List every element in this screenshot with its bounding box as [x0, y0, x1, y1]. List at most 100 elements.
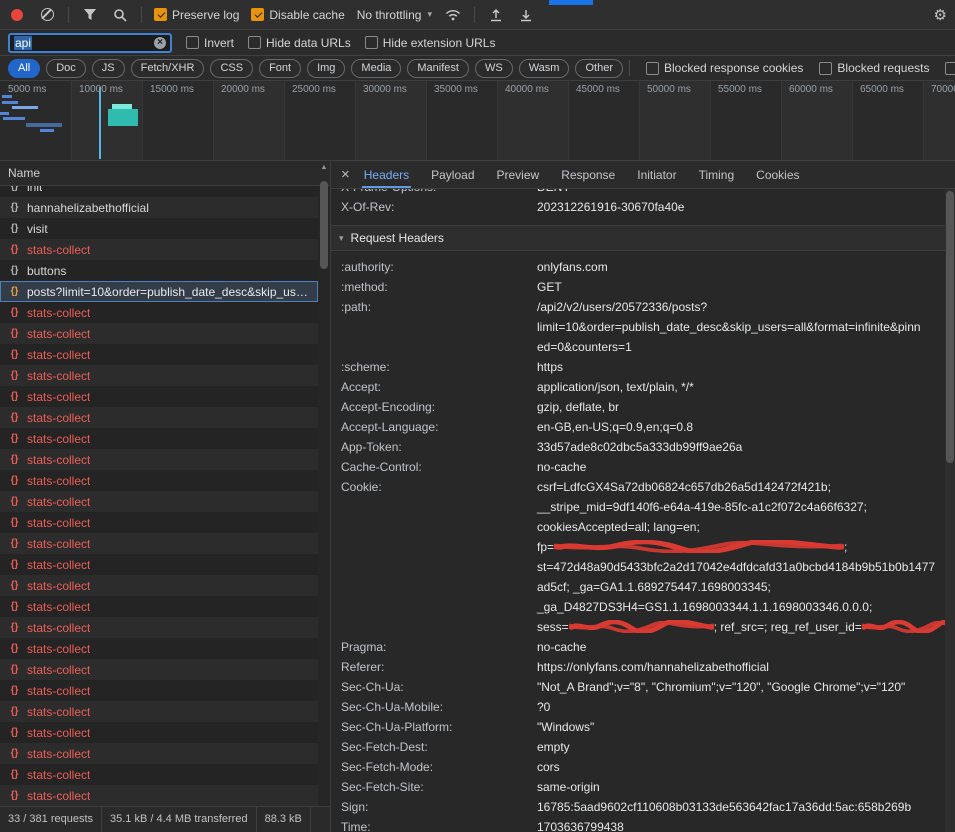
header-row: Pragma:no-cache: [331, 637, 945, 657]
json-file-icon: {}: [8, 412, 21, 423]
timeline-label: 45000 ms: [576, 84, 647, 95]
name-column-label: Name: [8, 166, 40, 180]
third-party-requests-checkbox[interactable]: 3rd-party requests: [945, 61, 955, 75]
details-tab[interactable]: Timing: [699, 161, 735, 188]
checkbox-unchecked-icon: [248, 36, 261, 49]
type-filter-chip[interactable]: Font: [259, 59, 301, 78]
type-filter-chip[interactable]: JS: [92, 59, 125, 78]
details-tab[interactable]: Initiator: [637, 161, 676, 188]
request-row[interactable]: {} stats-collect: [0, 554, 318, 575]
request-row[interactable]: {} stats-collect: [0, 722, 318, 743]
type-filter-chip[interactable]: Fetch/XHR: [131, 59, 205, 78]
type-filter-chip[interactable]: Img: [307, 59, 345, 78]
request-row[interactable]: {} stats-collect: [0, 449, 318, 470]
type-filter-chip[interactable]: CSS: [210, 59, 253, 78]
request-row[interactable]: {} stats-collect: [0, 785, 318, 806]
request-row[interactable]: {} stats-collect: [0, 701, 318, 722]
close-details-icon[interactable]: ×: [341, 167, 350, 182]
request-list-panel: Name {} init {} hannahelizabethofficial …: [0, 161, 330, 832]
preserve-log-checkbox[interactable]: Preserve log: [154, 8, 239, 22]
request-row[interactable]: {} stats-collect: [0, 386, 318, 407]
request-list-scrollbar[interactable]: ▲: [318, 163, 330, 804]
search-button[interactable]: [111, 6, 129, 24]
type-filter-chip[interactable]: All: [8, 59, 40, 78]
details-tab[interactable]: Response: [561, 161, 615, 188]
request-row[interactable]: {} stats-collect: [0, 764, 318, 785]
header-value: 202312261916-30670fa40e: [537, 197, 945, 217]
type-filter-chip[interactable]: Doc: [46, 59, 86, 78]
network-main-area: Name {} init {} hannahelizabethofficial …: [0, 161, 955, 832]
type-filter-chip[interactable]: Manifest: [407, 59, 469, 78]
request-row[interactable]: {} stats-collect: [0, 575, 318, 596]
request-row[interactable]: {} stats-collect: [0, 533, 318, 554]
request-row[interactable]: {} stats-collect: [0, 239, 318, 260]
header-value: empty: [537, 737, 945, 757]
export-har-button[interactable]: [517, 6, 535, 24]
request-headers-section[interactable]: ▾ Request Headers: [331, 225, 945, 251]
request-row[interactable]: {} stats-collect: [0, 428, 318, 449]
request-row[interactable]: {} posts?limit=10&order=publish_date_des…: [0, 281, 318, 302]
disable-cache-checkbox[interactable]: Disable cache: [251, 8, 344, 22]
throttling-dropdown[interactable]: No throttling ▾: [357, 8, 432, 22]
type-filter-chip[interactable]: WS: [475, 59, 513, 78]
type-filter-chip[interactable]: Wasm: [519, 59, 570, 78]
header-row: Cookie:csrf=LdfcGX4Sa72db06824c657db26a5…: [331, 477, 945, 637]
scrolled-headers-clip: X-Frame-Options:DENYX-Of-Rev:20231226191…: [331, 189, 945, 217]
header-value-text: ; ref_src=; reg_ref_user_id=: [714, 620, 862, 634]
redaction-scribble-icon: [862, 620, 945, 633]
request-row[interactable]: {} hannahelizabethofficial: [0, 197, 318, 218]
request-row[interactable]: {} buttons: [0, 260, 318, 281]
header-value: onlyfans.com: [537, 257, 945, 277]
request-name: init: [27, 186, 42, 194]
clear-network-log-button[interactable]: [38, 6, 56, 24]
scrollbar-thumb[interactable]: [946, 191, 954, 463]
record-button[interactable]: [8, 6, 26, 24]
request-row[interactable]: {} stats-collect: [0, 659, 318, 680]
request-row[interactable]: {} visit: [0, 218, 318, 239]
clear-filter-icon[interactable]: ×: [154, 37, 166, 49]
blocked-response-cookies-checkbox[interactable]: Blocked response cookies: [646, 61, 803, 75]
scroll-up-icon[interactable]: ▲: [321, 163, 328, 173]
blocked-requests-checkbox[interactable]: Blocked requests: [819, 61, 929, 75]
type-filter-chip[interactable]: Other: [575, 59, 623, 78]
request-row[interactable]: {} stats-collect: [0, 617, 318, 638]
import-har-button[interactable]: [487, 6, 505, 24]
request-row[interactable]: {} stats-collect: [0, 323, 318, 344]
request-row[interactable]: {} stats-collect: [0, 344, 318, 365]
details-tab[interactable]: Cookies: [756, 161, 799, 188]
details-tab[interactable]: Preview: [497, 161, 540, 188]
type-filter-chip[interactable]: Media: [351, 59, 401, 78]
request-row[interactable]: {} stats-collect: [0, 365, 318, 386]
request-row[interactable]: {} init: [0, 186, 318, 197]
request-row[interactable]: {} stats-collect: [0, 512, 318, 533]
header-value-text: sess=: [537, 620, 569, 634]
timeline-label: 55000 ms: [718, 84, 789, 95]
network-conditions-button[interactable]: [444, 6, 462, 24]
details-scrollbar[interactable]: [945, 189, 955, 832]
filter-bar: api × Invert Hide data URLs Hide extensi…: [0, 30, 955, 56]
request-row[interactable]: {} stats-collect: [0, 743, 318, 764]
request-row[interactable]: {} stats-collect: [0, 680, 318, 701]
request-row[interactable]: {} stats-collect: [0, 407, 318, 428]
blocked-requests-label: Blocked requests: [837, 61, 929, 75]
request-row[interactable]: {} stats-collect: [0, 596, 318, 617]
timeline-overview[interactable]: 5000 ms 10000 ms 15000 ms 20000 ms 25000…: [0, 81, 955, 161]
header-name: Cookie:: [341, 477, 537, 497]
hide-data-urls-checkbox[interactable]: Hide data URLs: [248, 36, 351, 50]
request-row[interactable]: {} stats-collect: [0, 302, 318, 323]
name-column-header[interactable]: Name: [0, 161, 330, 186]
section-title: Request Headers: [351, 231, 444, 245]
scrollbar-thumb[interactable]: [320, 181, 328, 269]
invert-checkbox[interactable]: Invert: [186, 36, 234, 50]
json-file-icon: {}: [8, 349, 21, 360]
request-row[interactable]: {} stats-collect: [0, 470, 318, 491]
request-row[interactable]: {} stats-collect: [0, 638, 318, 659]
filter-input[interactable]: api ×: [8, 33, 172, 53]
settings-gear-icon[interactable]: ⚙: [934, 6, 947, 24]
header-row: :scheme:https: [331, 357, 945, 377]
details-tab[interactable]: Payload: [431, 161, 474, 188]
hide-extension-urls-checkbox[interactable]: Hide extension URLs: [365, 36, 496, 50]
details-tab[interactable]: Headers: [364, 161, 409, 188]
request-row[interactable]: {} stats-collect: [0, 491, 318, 512]
filter-toggle-button[interactable]: [81, 6, 99, 24]
